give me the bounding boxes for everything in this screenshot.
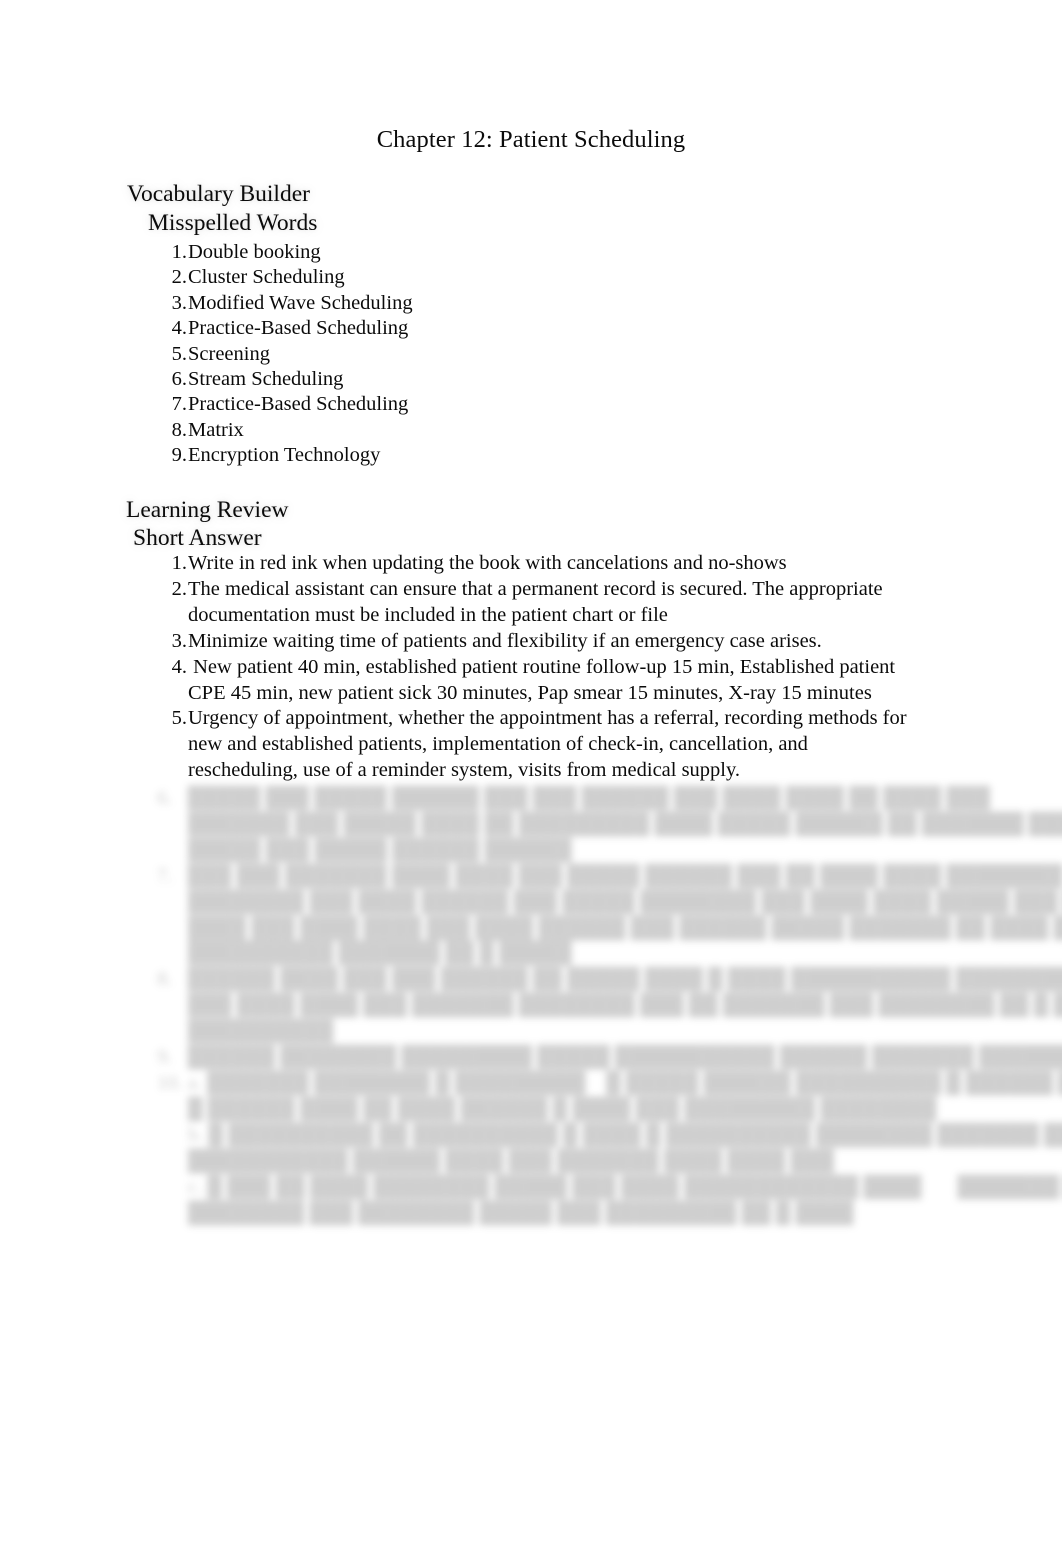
- vocabulary-item: 4. Practice-Based Scheduling: [157, 316, 657, 341]
- obscured-text-line: 6. █████ ███ █████ ██████ ███ ███ ██████…: [157, 787, 990, 809]
- short-answer-item-text: Urgency of appointment, whether the appo…: [188, 707, 912, 782]
- short-answer-item-number: 3.: [171, 629, 187, 652]
- page-title: Chapter 12: Patient Scheduling: [376, 126, 686, 153]
- short-answer-list: 1. Write in red ink when updating the boo…: [157, 551, 909, 784]
- short-answer-item-text: Minimize waiting time of patients and fl…: [188, 629, 822, 652]
- document-page: Chapter 12: Patient Scheduling Vocabular…: [0, 0, 1062, 1561]
- short-answer-item: 2. The medical assistant can ensure that …: [157, 577, 909, 629]
- vocabulary-item-text: Modified Wave Scheduling: [188, 291, 413, 314]
- vocabulary-item-number: 1.: [171, 241, 187, 263]
- short-answer-item-text: Write in red ink when updating the book …: [188, 552, 787, 574]
- obscured-text-block: 6. █████ ███ █████ ██████ ███ ███ ██████…: [157, 786, 1062, 1224]
- short-answer-item-number: 1.: [171, 552, 187, 574]
- obscured-text-line: c. █ ███ ██ ████ ████████ █████ ███ ████…: [188, 1175, 1060, 1198]
- vocabulary-item: 2. Cluster Scheduling: [157, 265, 657, 290]
- obscured-text-line: █████ ███ █████ ██████ ██████: [188, 838, 572, 861]
- vocabulary-item-text: Practice-Based Scheduling: [188, 393, 409, 416]
- vocabulary-item: 8. Matrix: [157, 418, 657, 443]
- vocabulary-item: 7. Practice-Based Scheduling: [157, 392, 657, 417]
- vocabulary-item-number: 2.: [171, 266, 187, 289]
- vocabulary-item-number: 8.: [171, 418, 187, 441]
- obscured-text-line: ██████████: [188, 1020, 334, 1043]
- vocabulary-item-text: Stream Scheduling: [188, 367, 344, 390]
- vocabulary-item: 1. Double booking: [157, 240, 657, 265]
- vocabulary-item-text: Screening: [188, 342, 270, 365]
- short-answer-item: 5. Urgency of appointment, whether the ap…: [157, 706, 909, 784]
- vocabulary-item: 9. Encryption Technology: [157, 443, 657, 468]
- short-answer-item: 1. Write in red ink when updating the boo…: [157, 551, 909, 577]
- section-heading-vocabulary-builder: Vocabulary Builder: [127, 181, 310, 207]
- short-answer-item-text: New patient 40 min, established patient …: [188, 655, 901, 704]
- vocabulary-item-number: 5.: [171, 342, 187, 365]
- vocabulary-list: 1. Double booking 2. Cluster Scheduling 3. Mo…: [157, 240, 657, 469]
- vocabulary-item-number: 7.: [171, 393, 187, 416]
- short-answer-item-number: 4.: [171, 655, 187, 678]
- short-answer-item: 4. New patient 40 min, established patie…: [157, 655, 909, 707]
- obscured-text-line: ████████ ███ ████████ █████ ███ ████████…: [188, 1201, 854, 1224]
- vocabulary-item-number: 9.: [171, 444, 187, 467]
- vocabulary-item-text: Practice-Based Scheduling: [188, 317, 409, 340]
- vocabulary-item: 3. Modified Wave Scheduling: [157, 291, 657, 316]
- vocabulary-item: 6. Stream Scheduling: [157, 367, 657, 392]
- subheading-misspelled-words: Misspelled Words: [148, 210, 318, 236]
- obscured-text-line: b. █ ██████████ ██ ██████████ █ ████ █ █…: [188, 1123, 1062, 1146]
- obscured-text-line: 7. ███ ███ ███████ ████ ████ ███ █████ █…: [157, 864, 1062, 887]
- obscured-text-line: 8. ██████ ████ ███ ███ ██████ ██ █████ █…: [157, 968, 1062, 991]
- obscured-text-line: ████████ ███ ████ ██████ ███ █████ █████…: [188, 890, 1062, 913]
- obscured-text-line: ███████ ███ █████ ████ ██ █████████ ████…: [188, 812, 1062, 835]
- obscured-text-line: ██████████ ███████ ██ █ █████: [188, 942, 572, 965]
- vocabulary-item-number: 6.: [171, 367, 187, 390]
- obscured-text-line: ███████████ ██████ ████ ███ ███████ ████…: [188, 1149, 834, 1172]
- obscured-text-line: █ ██████ ████ ██ ████ ██████ █ ████ ███ …: [188, 1097, 937, 1120]
- vocabulary-item-text: Matrix: [188, 418, 244, 441]
- obscured-text-line: ████ ███ ████ ████ ███ ████ ██████ ███ █…: [188, 916, 1062, 939]
- obscured-text-line: 10. a. ███████ ████████ █ █████████ █ ██…: [157, 1071, 1062, 1094]
- short-answer-item-text: The medical assistant can ensure that a …: [188, 577, 888, 626]
- short-answer-item-number: 2.: [171, 577, 187, 600]
- vocabulary-item-text: Double booking: [188, 241, 321, 263]
- subheading-short-answer: Short Answer: [133, 525, 262, 551]
- short-answer-item-number: 5.: [171, 707, 187, 730]
- section-heading-learning-review: Learning Review: [126, 497, 289, 523]
- vocabulary-item: 5. Screening: [157, 342, 657, 367]
- obscured-text-line: 9. ██████ ████████ █████████ █████ █████…: [157, 1046, 1062, 1069]
- vocabulary-item-number: 4.: [171, 317, 187, 340]
- vocabulary-item-text: Encryption Technology: [188, 444, 381, 467]
- short-answer-item: 3. Minimize waiting time of patients and …: [157, 629, 909, 655]
- obscured-text-line: ███ ████ ████ ███ ███████ ████████ ███ █…: [188, 994, 1062, 1017]
- vocabulary-item-number: 3.: [171, 291, 187, 314]
- vocabulary-item-text: Cluster Scheduling: [188, 266, 345, 289]
